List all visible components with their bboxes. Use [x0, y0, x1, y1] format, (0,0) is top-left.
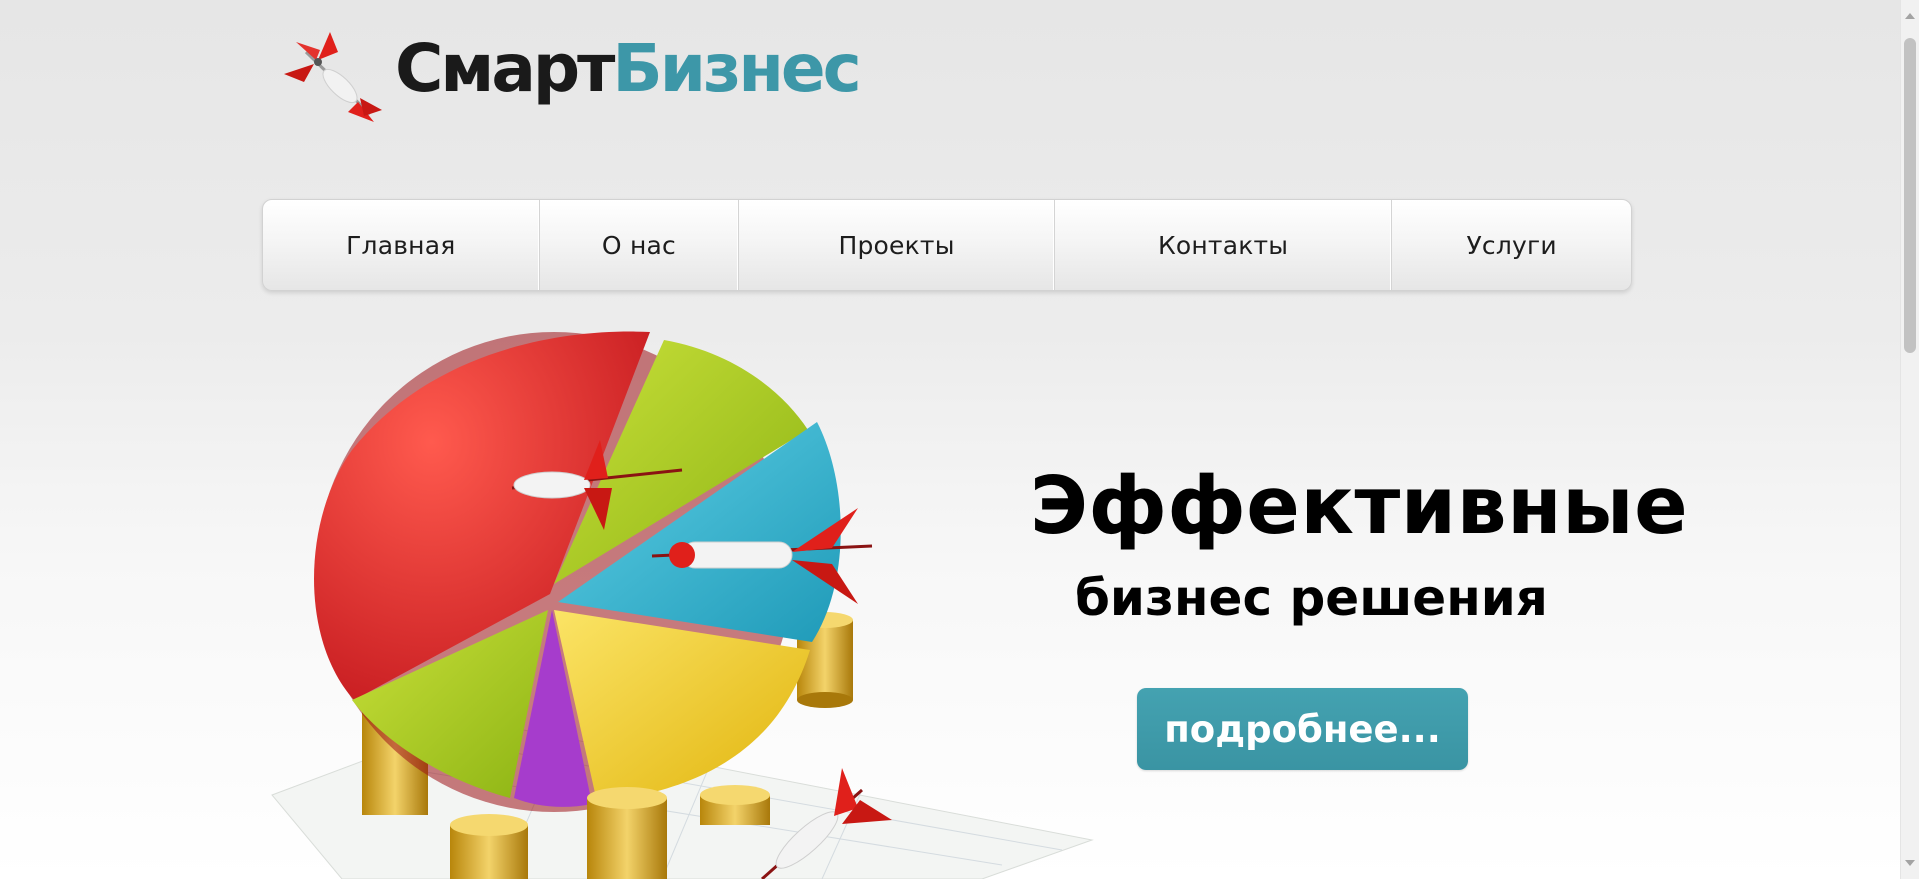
more-button-label: подробнее...	[1164, 707, 1441, 751]
nav-item-projects[interactable]: Проекты	[739, 200, 1055, 290]
coin-stack	[587, 787, 667, 879]
scroll-up-icon[interactable]	[1905, 13, 1915, 19]
more-button[interactable]: подробнее...	[1137, 688, 1468, 770]
nav-item-home[interactable]: Главная	[263, 200, 540, 290]
dart-icon	[284, 32, 382, 122]
pie-chart	[314, 331, 841, 812]
nav-label: Услуги	[1466, 230, 1557, 260]
coin-stack	[700, 785, 770, 825]
scroll-thumb[interactable]	[1904, 38, 1916, 353]
nav-item-services[interactable]: Услуги	[1392, 200, 1631, 290]
hero-subheadline: бизнес решения	[1075, 569, 1548, 627]
nav-item-about[interactable]: О нас	[540, 200, 740, 290]
coin-stack	[450, 814, 528, 879]
hero-headline: Эффективные	[1030, 460, 1689, 552]
logo-text-smart: Смарт	[395, 30, 615, 107]
nav-label: Главная	[346, 230, 456, 260]
nav-label: О нас	[601, 230, 676, 260]
scroll-down-icon[interactable]	[1905, 860, 1915, 866]
hero-illustration	[271, 331, 1094, 879]
nav-label: Контакты	[1157, 230, 1289, 260]
nav-item-contacts[interactable]: Контакты	[1055, 200, 1393, 290]
logo-wordmark: СмартБизнес	[395, 36, 862, 102]
nav-label: Проекты	[838, 230, 955, 260]
scrollbar[interactable]	[1900, 0, 1919, 879]
logo-text-biznes: Бизнес	[612, 30, 861, 107]
main-nav: Главная О нас Проекты Контакты Услуги	[262, 199, 1632, 291]
page: СмартБизнес Главная О нас Проекты Контак…	[0, 0, 1900, 879]
